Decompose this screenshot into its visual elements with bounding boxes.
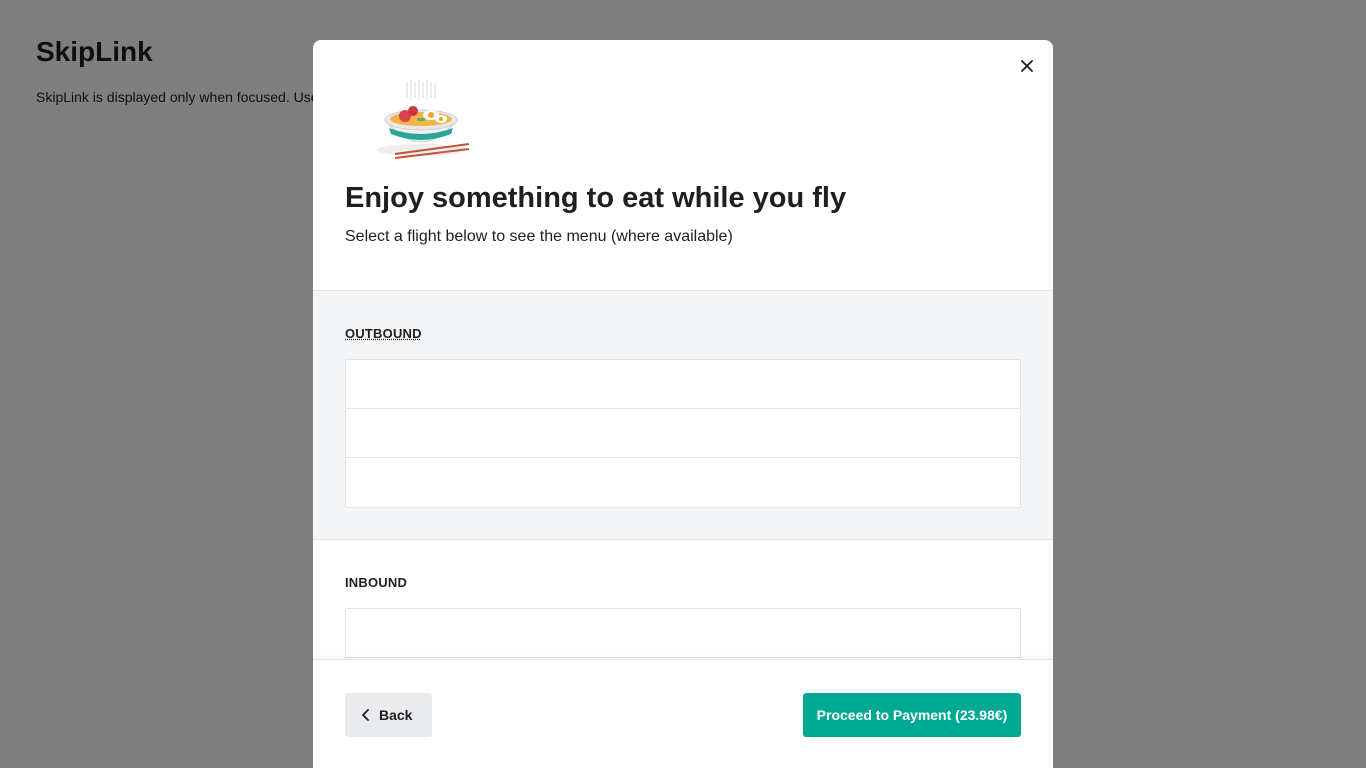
food-modal: Enjoy something to eat while you fly Sel… bbox=[313, 40, 1053, 768]
flight-row[interactable] bbox=[346, 360, 1020, 409]
flight-row[interactable] bbox=[346, 609, 1020, 658]
modal-title: Enjoy something to eat while you fly bbox=[345, 182, 847, 214]
noodle-bowl-illustration bbox=[365, 78, 475, 162]
flight-row[interactable] bbox=[346, 409, 1020, 458]
inbound-label: INBOUND bbox=[345, 575, 408, 590]
flight-row[interactable] bbox=[346, 458, 1020, 507]
back-button[interactable]: Back bbox=[345, 693, 432, 737]
outbound-flight-list bbox=[345, 359, 1021, 508]
close-icon bbox=[1021, 60, 1033, 72]
outbound-label: OUTBOUND bbox=[345, 326, 422, 341]
outbound-section: OUTBOUND bbox=[313, 290, 1053, 540]
inbound-section: INBOUND bbox=[313, 540, 1053, 660]
modal-subtitle: Select a flight below to see the menu (w… bbox=[345, 228, 733, 245]
back-button-label: Back bbox=[379, 707, 413, 723]
modal-footer: Back Proceed to Payment (23.98€) bbox=[313, 659, 1053, 768]
chevron-left-icon bbox=[362, 709, 369, 721]
close-button[interactable] bbox=[1015, 54, 1039, 78]
inbound-flight-list bbox=[345, 608, 1021, 660]
modal-header: Enjoy something to eat while you fly Sel… bbox=[313, 40, 1053, 290]
proceed-to-payment-button[interactable]: Proceed to Payment (23.98€) bbox=[803, 693, 1021, 737]
